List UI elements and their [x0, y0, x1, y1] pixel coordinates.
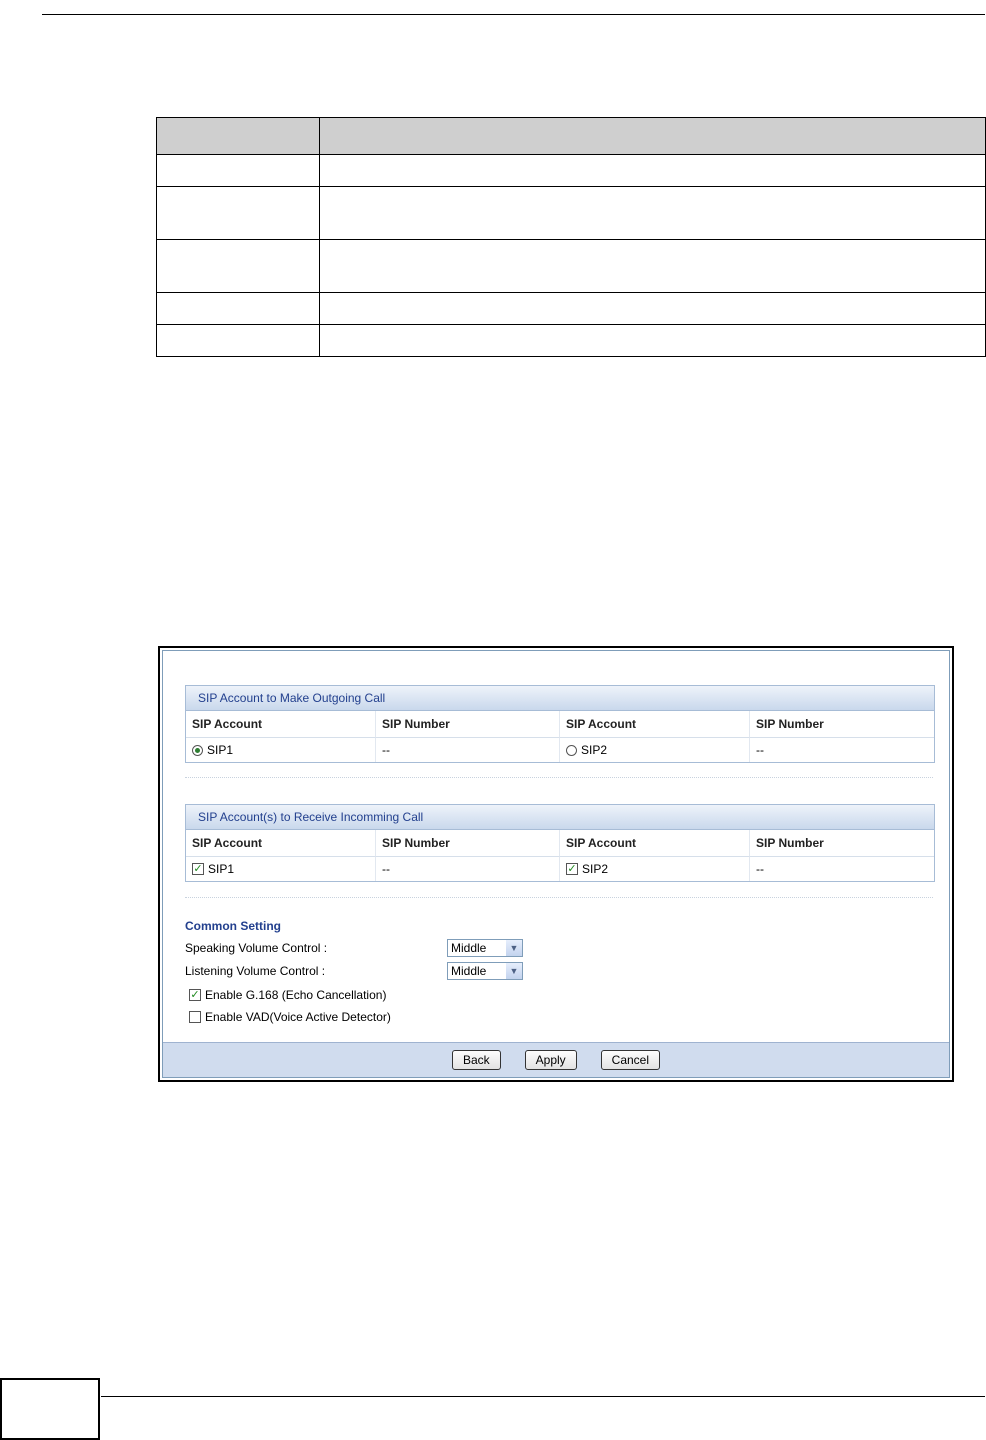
sip1-radio[interactable]	[192, 744, 203, 756]
doc-table-cell	[156, 239, 320, 293]
sip-account-label: SIP1	[207, 743, 234, 757]
sip-account-label: SIP1	[208, 862, 235, 876]
doc-table-cell	[319, 239, 986, 293]
g168-row[interactable]: ✓ Enable G.168 (Echo Cancellation)	[189, 988, 386, 1002]
doc-table-row	[156, 239, 986, 293]
sip1-checkbox[interactable]: ✓	[192, 863, 204, 875]
sip-number-value: --	[756, 743, 764, 757]
listening-volume-label: Listening Volume Control :	[185, 964, 326, 978]
doc-table-header-cell	[319, 117, 986, 155]
listening-volume-row: Listening Volume Control : Middle ▼	[185, 962, 523, 980]
doc-table-row	[156, 324, 986, 357]
doc-table-row	[156, 154, 986, 187]
back-button[interactable]: Back	[451, 1050, 501, 1070]
column-header: SIP Number	[750, 830, 934, 857]
cancel-button[interactable]: Cancel	[600, 1050, 661, 1070]
page-number-box	[0, 1378, 100, 1440]
doc-table-cell	[156, 186, 320, 240]
apply-button[interactable]: Apply	[524, 1050, 577, 1070]
doc-table-header-row	[156, 117, 986, 155]
doc-table-cell	[319, 292, 986, 325]
header-rule	[42, 14, 985, 15]
doc-table	[156, 117, 986, 357]
screenshot-frame: SIP Account to Make Outgoing Call SIP Ac…	[158, 646, 954, 1082]
doc-table-cell	[156, 292, 320, 325]
speaking-volume-value: Middle	[451, 941, 487, 955]
vad-row[interactable]: Enable VAD(Voice Active Detector)	[189, 1010, 391, 1024]
column-header: SIP Account	[560, 711, 750, 738]
section-title: SIP Account(s) to Receive Incomming Call	[186, 805, 934, 830]
speaking-volume-select[interactable]: Middle ▼	[447, 939, 523, 957]
sip-account-label: SIP2	[581, 743, 608, 757]
common-setting-title: Common Setting	[185, 919, 281, 933]
speaking-volume-label: Speaking Volume Control :	[185, 941, 328, 955]
sip1-radio-cell[interactable]: SIP1	[186, 738, 376, 762]
voice-settings-panel: SIP Account to Make Outgoing Call SIP Ac…	[162, 650, 950, 1078]
section-divider	[185, 897, 933, 898]
sip1-checkbox-cell[interactable]: ✓ SIP1	[186, 857, 376, 881]
sip2-radio[interactable]	[566, 744, 577, 756]
column-header: SIP Account	[560, 830, 750, 857]
column-header: SIP Number	[376, 711, 560, 738]
doc-table-row	[156, 292, 986, 325]
g168-label: Enable G.168 (Echo Cancellation)	[205, 988, 387, 1002]
button-bar: Back Apply Cancel	[163, 1042, 949, 1077]
speaking-volume-row: Speaking Volume Control : Middle ▼	[185, 939, 523, 957]
sip2-checkbox[interactable]: ✓	[566, 863, 578, 875]
sip-number-value: --	[376, 738, 560, 762]
footer-rule	[101, 1396, 985, 1397]
doc-table-header-cell	[156, 117, 320, 155]
column-header: SIP Account	[186, 711, 376, 738]
g168-checkbox[interactable]: ✓	[189, 989, 201, 1001]
sip-account-label: SIP2	[582, 862, 609, 876]
listening-volume-select[interactable]: Middle ▼	[447, 962, 523, 980]
doc-table-row	[156, 186, 986, 240]
doc-table-cell	[319, 154, 986, 187]
doc-table-cell	[156, 154, 320, 187]
sip2-radio-cell[interactable]: SIP2	[560, 738, 750, 762]
section-title: SIP Account to Make Outgoing Call	[186, 686, 934, 711]
column-header: SIP Number	[750, 711, 934, 738]
chevron-down-icon[interactable]: ▼	[506, 940, 522, 956]
vad-checkbox[interactable]	[189, 1011, 201, 1023]
column-header: SIP Account	[186, 830, 376, 857]
incoming-call-section: SIP Account(s) to Receive Incomming Call…	[185, 804, 935, 882]
column-header: SIP Number	[376, 830, 560, 857]
sip-number-value: --	[756, 862, 764, 876]
doc-table-cell	[156, 324, 320, 357]
outgoing-call-section: SIP Account to Make Outgoing Call SIP Ac…	[185, 685, 935, 763]
listening-volume-value: Middle	[451, 964, 487, 978]
doc-table-cell	[319, 186, 986, 240]
sip-number-value: --	[376, 857, 560, 881]
doc-table-cell	[319, 324, 986, 357]
radio-selected-dot	[195, 747, 200, 753]
sip2-checkbox-cell[interactable]: ✓ SIP2	[560, 857, 750, 881]
section-divider	[185, 777, 933, 778]
vad-label: Enable VAD(Voice Active Detector)	[205, 1010, 391, 1024]
chevron-down-icon[interactable]: ▼	[506, 963, 522, 979]
